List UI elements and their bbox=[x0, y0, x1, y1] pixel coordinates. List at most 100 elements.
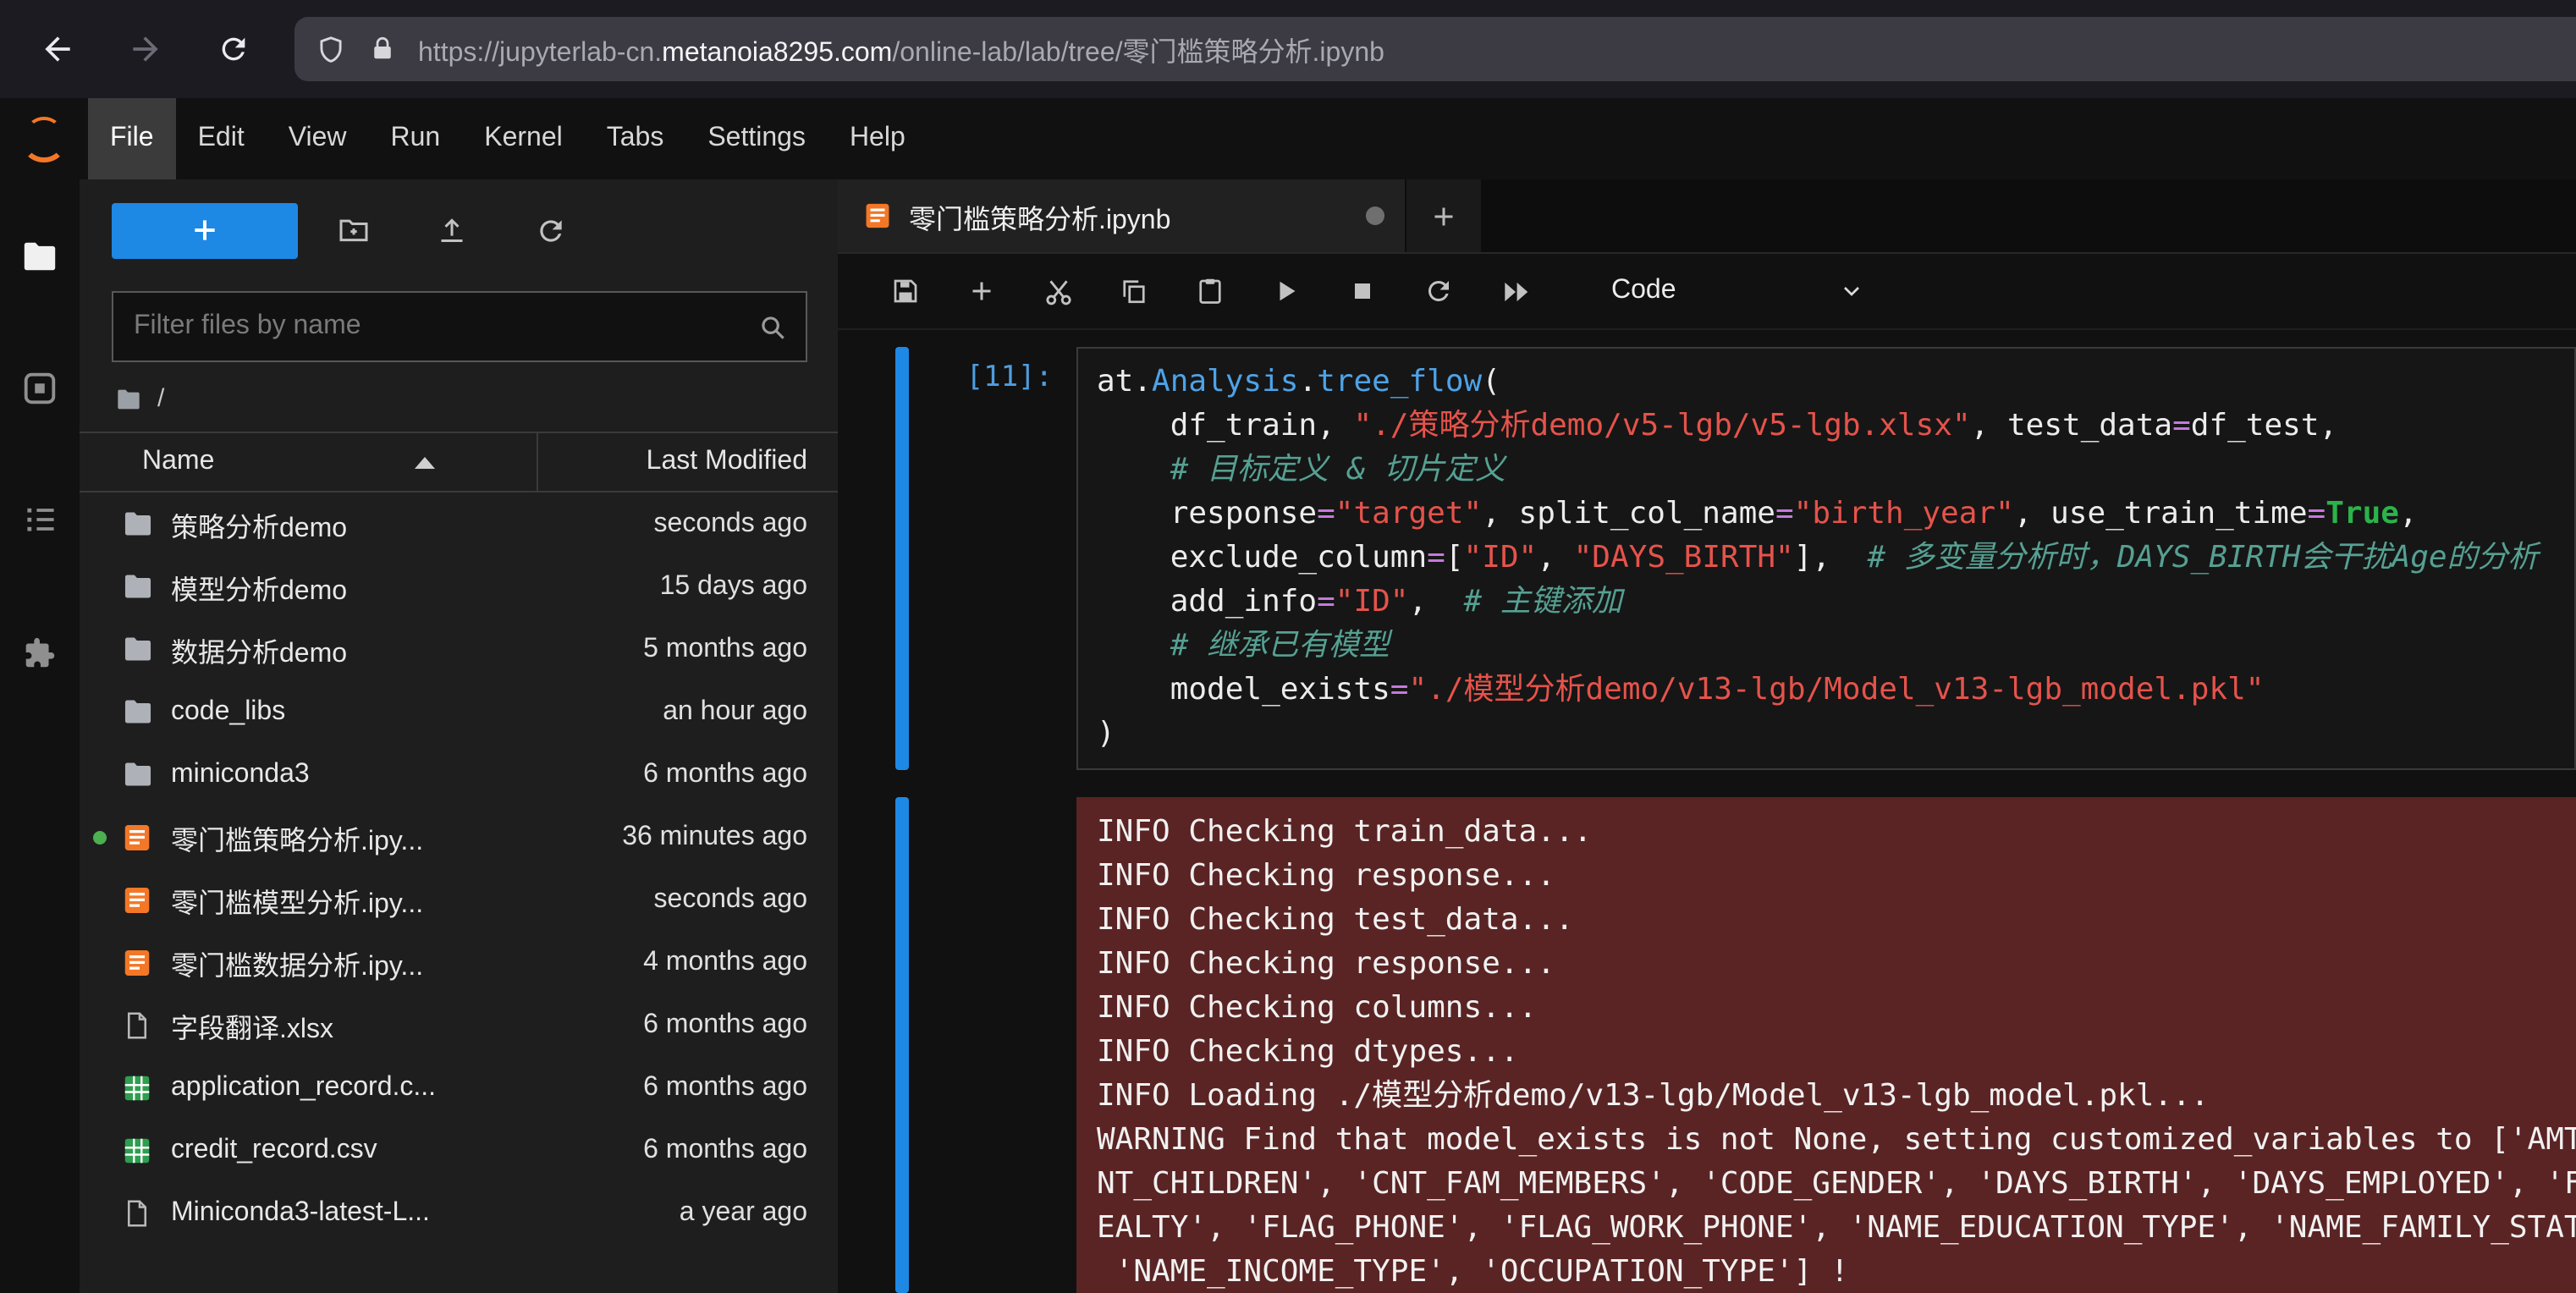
folder-icon bbox=[120, 757, 154, 791]
cell-output: INFO Checking train_data...INFO Checking… bbox=[1076, 797, 2576, 1293]
file-modified: 4 months ago bbox=[643, 947, 807, 977]
file-list-header: Name Last Modified bbox=[80, 432, 838, 492]
notebook-icon bbox=[120, 820, 154, 854]
sidebar-tab-toc[interactable] bbox=[18, 498, 62, 542]
code-line: df_train, "./策略分析demo/v5-lgb/v5-lgb.xlsx… bbox=[1097, 404, 2556, 448]
restart-run-all-button[interactable] bbox=[1491, 267, 1538, 315]
menu-bar: FileEditViewRunKernelTabsSettingsHelp bbox=[0, 98, 2576, 179]
chevron-down-icon bbox=[1838, 278, 1865, 305]
file-name: code_libs bbox=[171, 696, 649, 727]
paste-icon bbox=[1195, 276, 1225, 306]
sidebar-tab-extensions[interactable] bbox=[18, 630, 62, 674]
url-bar[interactable]: https://jupyterlab-cn.metanoia8295.com/o… bbox=[294, 17, 2576, 81]
file-row[interactable]: 字段翻译.xlsx6 months ago bbox=[80, 993, 838, 1056]
file-name: 策略分析demo bbox=[171, 503, 641, 544]
run-cell-button[interactable] bbox=[1263, 267, 1310, 315]
file-name: miniconda3 bbox=[171, 759, 630, 790]
file-name: Miniconda3-latest-L... bbox=[171, 1197, 666, 1228]
refresh-button[interactable] bbox=[508, 202, 592, 258]
file-row[interactable]: miniconda36 months ago bbox=[80, 743, 838, 806]
file-list: 策略分析demoseconds ago模型分析demo15 days ago数据… bbox=[80, 492, 838, 1293]
code-line: at.Analysis.tree_flow( bbox=[1097, 360, 2556, 404]
menu-run[interactable]: Run bbox=[369, 98, 463, 179]
menu-tabs[interactable]: Tabs bbox=[585, 98, 686, 179]
interrupt-kernel-button[interactable] bbox=[1339, 267, 1386, 315]
file-row[interactable]: 数据分析demo5 months ago bbox=[80, 618, 838, 680]
output-collapser[interactable] bbox=[895, 797, 909, 1293]
url-scheme-subdomain: https://jupyterlab-cn. bbox=[418, 39, 662, 68]
menu-edit[interactable]: Edit bbox=[176, 98, 267, 179]
code-line: exclude_column=["ID", "DAYS_BIRTH"], # 多… bbox=[1097, 536, 2556, 580]
back-button[interactable] bbox=[24, 15, 91, 83]
fast-forward-icon bbox=[1499, 275, 1531, 307]
cell-collapser[interactable] bbox=[895, 347, 909, 770]
cut-cells-button[interactable] bbox=[1034, 267, 1082, 315]
home-folder-icon[interactable] bbox=[115, 385, 142, 412]
breadcrumb: / bbox=[80, 362, 838, 432]
file-name: application_record.c... bbox=[171, 1072, 630, 1103]
menu-view[interactable]: View bbox=[267, 98, 369, 179]
shield-icon[interactable] bbox=[315, 33, 347, 65]
file-row[interactable]: 模型分析demo15 days ago bbox=[80, 555, 838, 618]
save-icon bbox=[890, 276, 921, 306]
notebook-icon bbox=[120, 945, 154, 979]
restart-kernel-button[interactable] bbox=[1415, 267, 1462, 315]
code-line: # 继承已有模型 bbox=[1097, 624, 2556, 669]
add-cell-button[interactable] bbox=[958, 267, 1005, 315]
new-tab-button[interactable] bbox=[1406, 179, 1481, 252]
copy-icon bbox=[1119, 276, 1149, 306]
file-row[interactable]: Miniconda3-latest-L...a year ago bbox=[80, 1181, 838, 1244]
scissors-icon bbox=[1042, 275, 1074, 307]
menu-file[interactable]: File bbox=[88, 98, 176, 179]
output-line: WARNING Find that model_exists is not No… bbox=[1097, 1119, 2556, 1163]
file-row[interactable]: application_record.c...6 months ago bbox=[80, 1056, 838, 1119]
name-column-header[interactable]: Name bbox=[80, 447, 537, 477]
file-modified: 6 months ago bbox=[643, 1135, 807, 1165]
file-browser-panel: / Name Last Modified 策略分析demoseconds ago… bbox=[80, 179, 838, 1293]
running-indicator-empty bbox=[93, 705, 120, 718]
file-row[interactable]: 零门槛策略分析.ipy...36 minutes ago bbox=[80, 806, 838, 868]
filter-files-box bbox=[112, 291, 807, 362]
cell-type-dropdown[interactable]: Code bbox=[1611, 276, 1865, 306]
notebook-tab[interactable]: 零门槛策略分析.ipynb bbox=[838, 179, 1405, 252]
menu-help[interactable]: Help bbox=[828, 98, 927, 179]
save-button[interactable] bbox=[882, 267, 929, 315]
filter-files-input[interactable] bbox=[130, 310, 757, 344]
notebook-icon bbox=[120, 883, 154, 916]
execution-count: [11]: bbox=[909, 347, 1076, 770]
modified-column-header[interactable]: Last Modified bbox=[537, 433, 838, 491]
file-icon bbox=[120, 1196, 154, 1230]
file-name: 字段翻译.xlsx bbox=[171, 1004, 630, 1045]
sidebar-tab-running[interactable] bbox=[18, 366, 62, 410]
notebook-content: [11]: at.Analysis.tree_flow( df_train, "… bbox=[838, 330, 2576, 1293]
main-work-area: 零门槛策略分析.ipynb bbox=[838, 179, 2576, 1293]
sidebar-tab-files[interactable] bbox=[18, 234, 62, 278]
running-indicator-empty bbox=[93, 580, 120, 593]
upload-button[interactable] bbox=[410, 202, 494, 258]
file-row[interactable]: 策略分析demoseconds ago bbox=[80, 492, 838, 555]
unsaved-changes-indicator[interactable] bbox=[1366, 206, 1384, 225]
file-row[interactable]: 零门槛模型分析.ipy...seconds ago bbox=[80, 868, 838, 931]
file-row[interactable]: credit_record.csv 6 months ago bbox=[80, 1119, 838, 1181]
new-launcher-button[interactable] bbox=[112, 202, 298, 258]
code-editor[interactable]: at.Analysis.tree_flow( df_train, "./策略分析… bbox=[1076, 347, 2576, 770]
jupyterlab-window: https://jupyterlab-cn.metanoia8295.com/o… bbox=[0, 0, 2576, 1293]
file-row[interactable]: code_libs an hour ago bbox=[80, 680, 838, 743]
copy-cells-button[interactable] bbox=[1110, 267, 1158, 315]
stop-icon bbox=[1347, 276, 1378, 306]
output-line: INFO Checking response... bbox=[1097, 855, 2556, 899]
menu-kernel[interactable]: Kernel bbox=[462, 98, 585, 179]
breadcrumb-root[interactable]: / bbox=[157, 384, 164, 413]
lock-icon[interactable] bbox=[367, 34, 398, 64]
menu-settings[interactable]: Settings bbox=[685, 98, 828, 179]
tab-bar: 零门槛策略分析.ipynb bbox=[838, 179, 2576, 254]
reload-button[interactable] bbox=[200, 15, 267, 83]
folder-icon bbox=[120, 569, 154, 603]
paste-cells-button[interactable] bbox=[1186, 267, 1234, 315]
output-line: INFO Loading ./模型分析demo/v13-lgb/Model_v1… bbox=[1097, 1075, 2556, 1119]
forward-button[interactable] bbox=[112, 15, 179, 83]
file-modified: an hour ago bbox=[663, 696, 807, 727]
new-folder-button[interactable] bbox=[311, 202, 396, 258]
file-name: credit_record.csv bbox=[171, 1135, 630, 1165]
file-row[interactable]: 零门槛数据分析.ipy...4 months ago bbox=[80, 931, 838, 993]
